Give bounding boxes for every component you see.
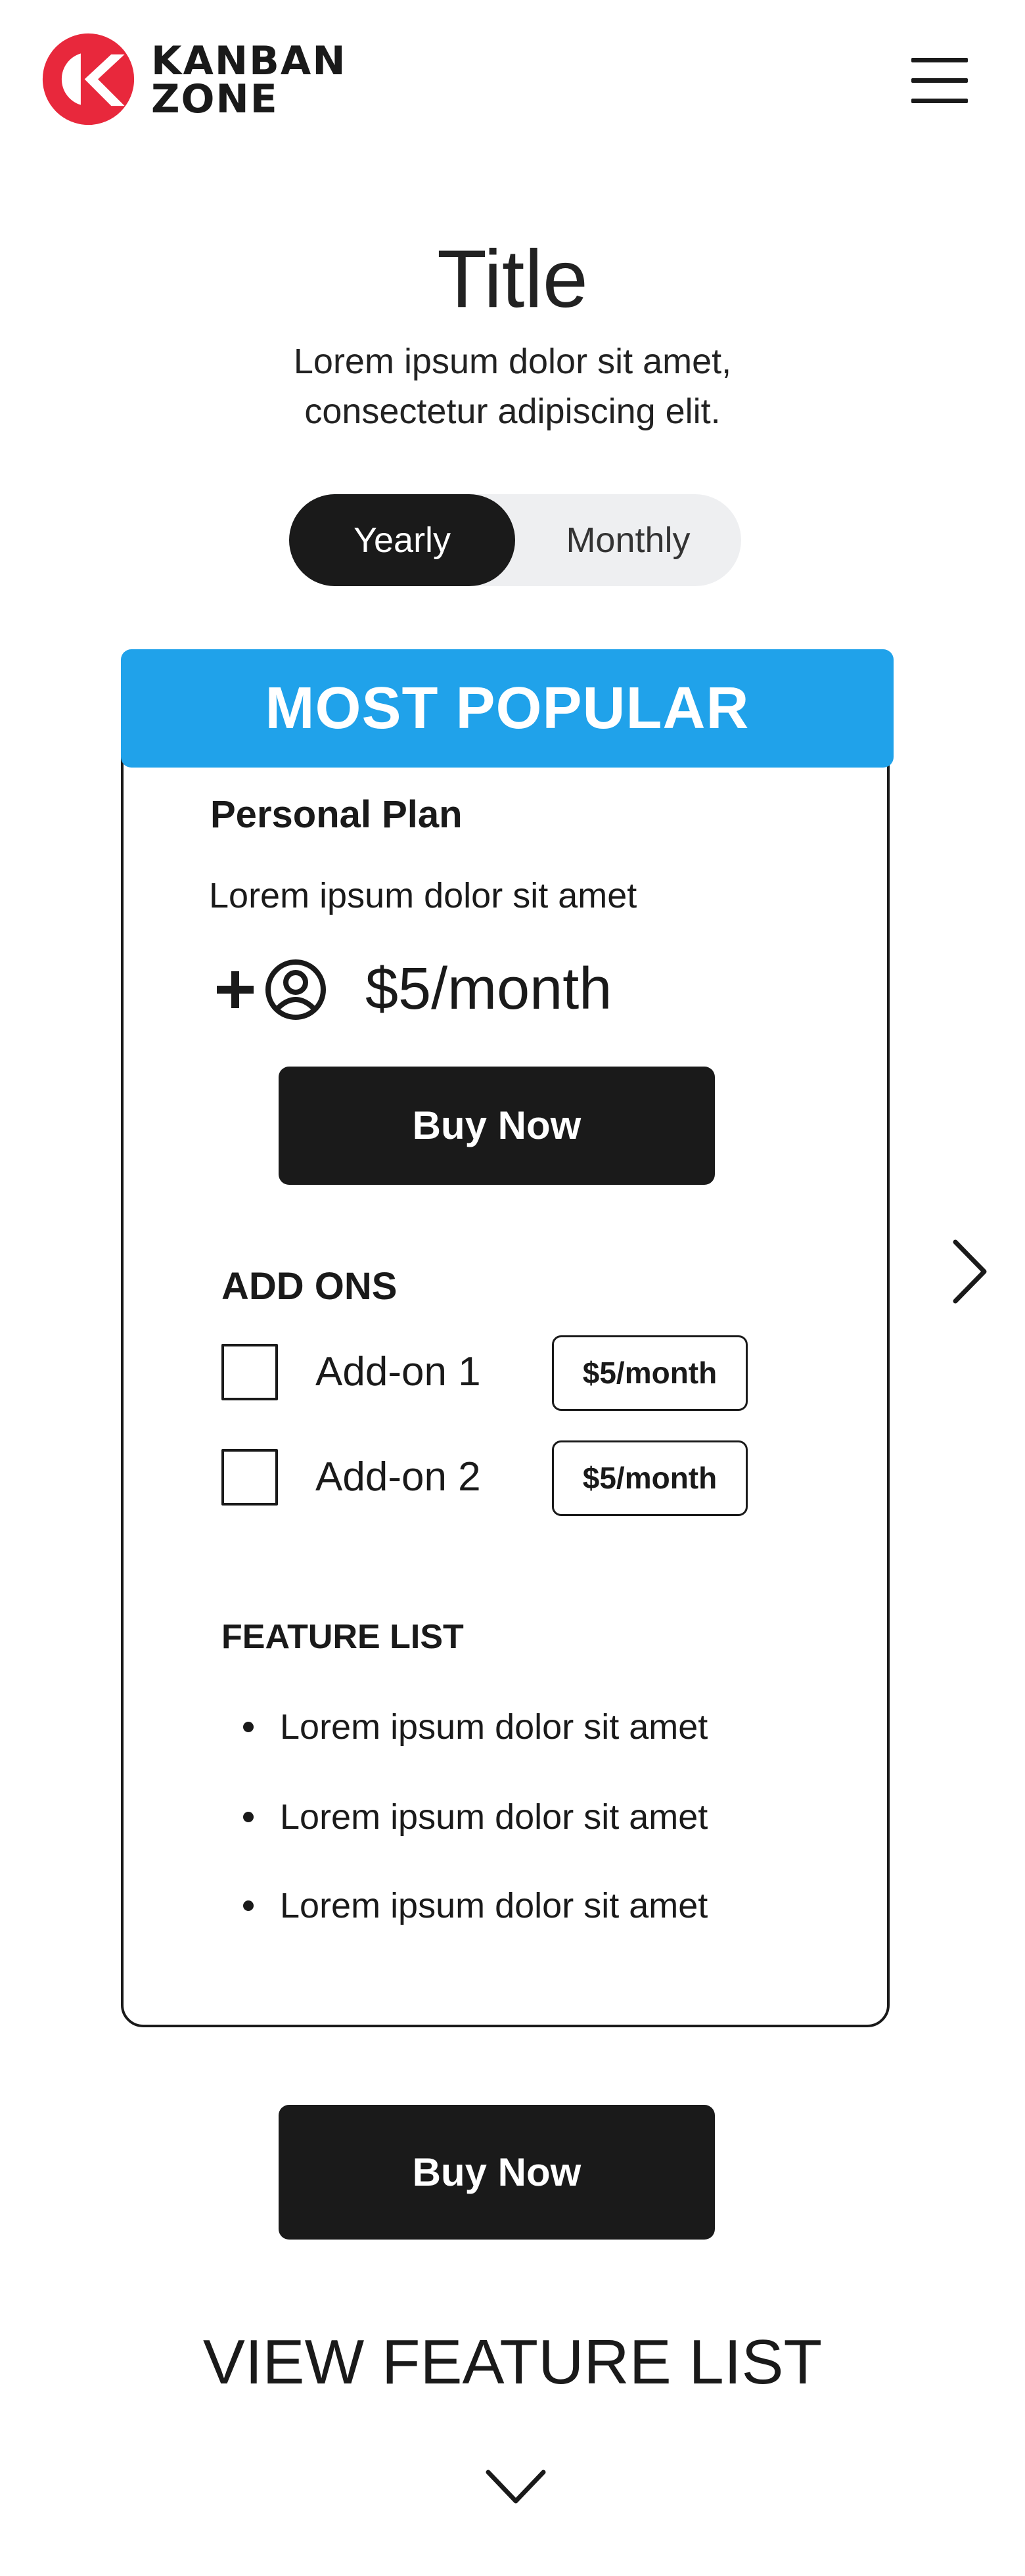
toggle-yearly[interactable]: Yearly (289, 494, 515, 586)
feature-text: Lorem ipsum dolor sit amet (280, 1797, 708, 1837)
buy-now-button[interactable]: Buy Now (279, 1067, 715, 1185)
view-feature-list-link[interactable]: VIEW FEATURE LIST (0, 2323, 1025, 2402)
addon-2-checkbox[interactable] (221, 1449, 278, 1506)
logo-text: KANBAN ZONE (151, 38, 414, 122)
addon-2-price: $5/month (552, 1440, 748, 1516)
feature-text: Lorem ipsum dolor sit amet (280, 1886, 708, 1925)
add-user-icon (217, 959, 326, 1020)
kanban-zone-logo[interactable]: KANBAN ZONE (41, 32, 409, 127)
buy-now-button-bottom[interactable]: Buy Now (279, 2105, 715, 2240)
feature-list-heading: FEATURE LIST (221, 1618, 464, 1656)
billing-toggle[interactable]: Yearly Monthly (289, 494, 741, 586)
bullet-icon (243, 1722, 254, 1732)
addon-2-label: Add-on 2 (315, 1454, 481, 1500)
logo-line-2: ZONE (151, 76, 279, 122)
feature-text: Lorem ipsum dolor sit amet (280, 1707, 708, 1747)
chevron-down-icon[interactable] (483, 2464, 549, 2510)
page-title: Title (437, 234, 588, 325)
chevron-right-icon[interactable] (946, 1235, 992, 1308)
most-popular-badge: MOST POPULAR (121, 649, 894, 768)
addon-1-checkbox[interactable] (221, 1344, 278, 1400)
hamburger-menu-icon[interactable] (909, 53, 971, 108)
logo-mark-icon (42, 33, 135, 126)
bullet-icon (243, 1900, 254, 1911)
addons-heading: ADD ONS (221, 1265, 398, 1308)
addon-1-price: $5/month (552, 1335, 748, 1411)
toggle-monthly[interactable]: Monthly (515, 494, 741, 586)
plan-name: Personal Plan (210, 793, 463, 836)
page-subtitle: Lorem ipsum dolor sit amet, consectetur … (293, 342, 732, 431)
plan-description: Lorem ipsum dolor sit amet (209, 876, 637, 915)
bullet-icon (243, 1812, 254, 1822)
addon-1-label: Add-on 1 (315, 1349, 481, 1394)
logo-line-1: KANBAN (151, 38, 347, 84)
plan-price: $5/month (365, 956, 612, 1022)
